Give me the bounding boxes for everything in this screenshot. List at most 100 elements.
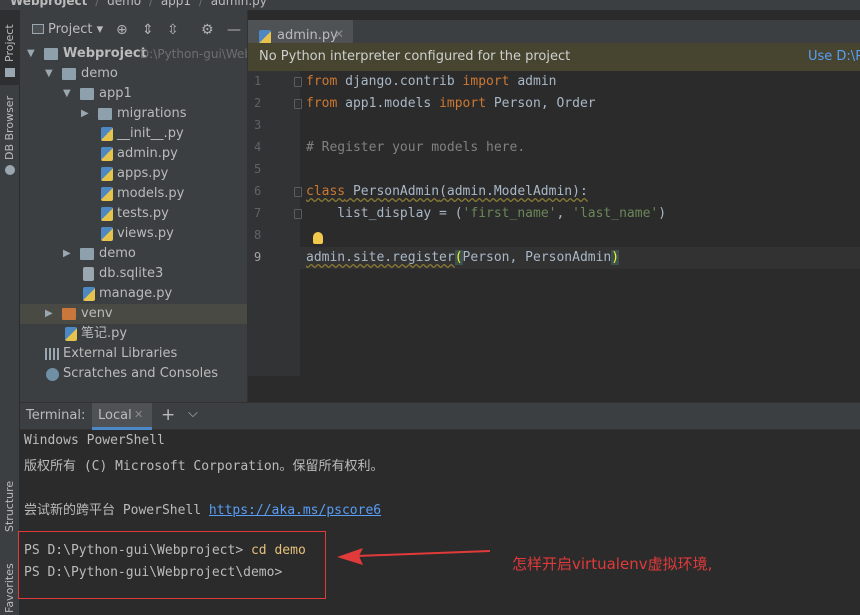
keyword: class (306, 184, 346, 199)
editor-panel: admin.py ✕ No Python interpreter configu… (247, 10, 860, 402)
string: 'last_name' (572, 206, 659, 221)
tree-item-apps-py[interactable]: apps.py (20, 164, 247, 184)
tool-tab-favorites[interactable]: Favorites (0, 555, 20, 615)
project-view-dropdown[interactable]: Project ▾ (32, 22, 103, 37)
breadcrumb-item-admin-py[interactable]: admin.py (211, 0, 267, 8)
tree-item-label: __init__.py (117, 126, 184, 141)
project-toolbar: Project ▾ ⊕ ⇕ ⇳ ⚙ — (20, 20, 247, 42)
line-number: 7 (254, 206, 262, 220)
tree-item-venv[interactable]: ▶ venv (20, 304, 247, 324)
hide-panel-icon[interactable]: — (227, 22, 241, 38)
keyword: import (439, 96, 487, 111)
python-file-icon (101, 227, 113, 241)
tree-item-migrations[interactable]: ▶ migrations (20, 104, 247, 124)
collapse-arrow-icon[interactable]: ▶ (45, 304, 55, 324)
tree-item-init-py[interactable]: __init__.py (20, 124, 247, 144)
tree-item-models-py[interactable]: models.py (20, 184, 247, 204)
tree-item-path: D:\Python-gui\Web (140, 47, 247, 61)
tree-item-label: models.py (117, 186, 185, 201)
editor-tab-label: admin.py (277, 28, 338, 43)
collapse-all-icon[interactable]: ⇳ (167, 22, 179, 38)
tool-tab-structure[interactable]: Structure (0, 470, 20, 540)
tree-item-app1[interactable]: ▼ app1 (20, 84, 247, 104)
tree-item-views-py[interactable]: views.py (20, 224, 247, 244)
close-icon[interactable]: ✕ (334, 27, 344, 41)
code-editor[interactable]: from django.contrib import admin from ap… (300, 71, 860, 376)
chevron-down-icon[interactable]: ⌵ (188, 406, 198, 421)
line-number: 3 (254, 118, 262, 132)
tool-tab-db-browser[interactable]: DB Browser (0, 95, 20, 185)
code-line-7: list_display = ('first_name', 'last_name… (306, 203, 666, 225)
tree-item-label: views.py (117, 226, 174, 241)
folder-icon (62, 308, 76, 320)
line-number: 1 (254, 74, 262, 88)
terminal-tab-label: Local (98, 408, 132, 423)
tree-item-label: demo (99, 246, 136, 261)
project-icon (32, 24, 44, 34)
banner-message: No Python interpreter configured for the… (259, 49, 571, 64)
python-file-icon (101, 187, 113, 201)
collapse-arrow-icon[interactable]: ▶ (63, 244, 73, 264)
tree-item-demo[interactable]: ▼ demo (20, 64, 247, 84)
tree-item-label: Webproject (63, 46, 147, 61)
folder-icon (44, 48, 58, 60)
interpreter-warning-banner: No Python interpreter configured for the… (248, 43, 860, 71)
tree-item-admin-py[interactable]: admin.py (20, 144, 247, 164)
gear-icon[interactable]: ⚙ (201, 22, 214, 38)
tree-item-notes-py[interactable]: 笔记.py (20, 324, 247, 344)
tree-item-external-libraries[interactable]: External Libraries (20, 344, 247, 364)
breadcrumb-item-webproject[interactable]: Webproject (10, 0, 87, 8)
terminal-link[interactable]: https://aka.ms/pscore6 (209, 503, 381, 518)
folder-icon (80, 88, 94, 100)
project-view-label: Project (48, 22, 93, 37)
code-text: admin.site.register (306, 250, 455, 265)
new-session-icon[interactable]: + (161, 405, 175, 425)
terminal-line: 尝试新的跨平台 PowerShell https://aka.ms/pscore… (24, 499, 381, 518)
terminal-tab-local[interactable]: Local ✕ (92, 403, 152, 430)
close-icon[interactable]: ✕ (134, 408, 143, 421)
line-number: 2 (254, 96, 262, 110)
class-name: PersonAdmin (345, 184, 440, 199)
lightbulb-icon[interactable] (313, 232, 323, 244)
library-icon (45, 348, 59, 360)
tree-item-label: manage.py (99, 286, 173, 301)
use-interpreter-link[interactable]: Use D:\Py (808, 49, 860, 64)
line-number: 8 (254, 228, 262, 242)
expand-all-icon[interactable]: ⇕ (142, 22, 154, 38)
tree-item-label: 笔记.py (81, 326, 128, 341)
line-number: 9 (254, 250, 262, 264)
keyword: from (306, 74, 338, 89)
database-file-icon (83, 267, 94, 281)
code-text: admin (509, 74, 557, 89)
expand-arrow-icon[interactable]: ▼ (63, 84, 73, 104)
expand-arrow-icon[interactable]: ▼ (27, 44, 37, 64)
python-file-icon (101, 147, 113, 161)
tree-item-tests-py[interactable]: tests.py (20, 204, 247, 224)
tree-item-demo-inner[interactable]: ▶ demo (20, 244, 247, 264)
breadcrumb-item-demo[interactable]: demo (107, 0, 141, 8)
left-tool-strip: Project DB Browser Structure Favorites (0, 10, 20, 615)
tool-tab-project[interactable]: Project (0, 10, 20, 85)
tree-item-label: admin.py (117, 146, 178, 161)
breadcrumb-item-app1[interactable]: app1 (161, 0, 191, 8)
code-text: Person, Order (486, 96, 596, 111)
expand-arrow-icon[interactable]: ▼ (45, 64, 55, 84)
tree-item-db-sqlite3[interactable]: db.sqlite3 (20, 264, 247, 284)
annotation-highlight-box (18, 531, 326, 599)
tree-item-manage-py[interactable]: manage.py (20, 284, 247, 304)
breadcrumb-separator: / (95, 0, 100, 8)
collapse-arrow-icon[interactable]: ▶ (81, 104, 91, 124)
tree-item-webproject[interactable]: ▼ Webproject D:\Python-gui\Web (20, 44, 247, 64)
breadcrumb-separator: / (198, 0, 203, 8)
tree-item-scratches[interactable]: Scratches and Consoles (20, 364, 247, 384)
tool-tab-project-label: Project (3, 24, 16, 62)
code-text: ) (658, 206, 667, 221)
folder-icon (80, 248, 94, 260)
terminal-line: Windows PowerShell (24, 433, 165, 448)
python-file-icon (101, 127, 113, 141)
code-text: (admin.ModelAdmin): (439, 184, 588, 199)
code-line-6: class PersonAdmin(admin.ModelAdmin): (306, 181, 588, 203)
terminal-panel: Terminal: Local ✕ + ⌵ Windows PowerShell… (18, 402, 860, 615)
breadcrumb: Webproject / demo / app1 / admin.py (0, 0, 860, 10)
locate-icon[interactable]: ⊕ (116, 22, 128, 38)
